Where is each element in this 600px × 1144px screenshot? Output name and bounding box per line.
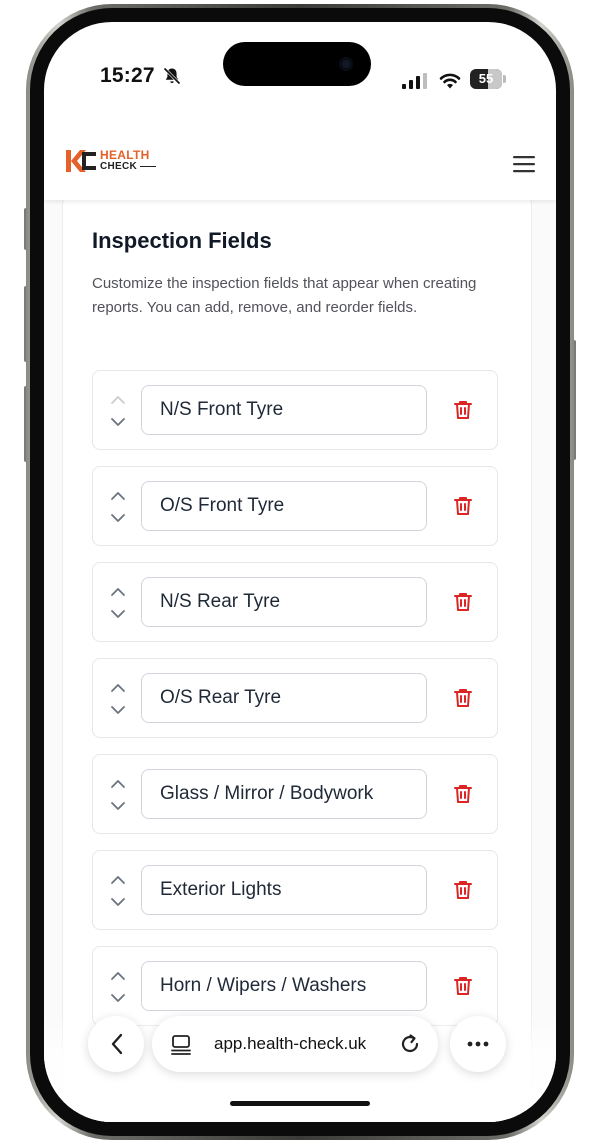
reorder-arrows [107,487,129,527]
chevron-down-icon[interactable] [107,607,129,621]
app-header: HEALTH CHECK [44,110,556,200]
reorder-arrows [107,871,129,911]
logo-text: HEALTH CHECK [100,148,157,172]
health-check-logo[interactable]: HEALTH CHECK [64,148,157,174]
chevron-down-icon[interactable] [107,511,129,525]
field-name-input[interactable] [141,961,427,1011]
field-row [92,658,498,738]
screen: 15:27 55 HEALTH CHECK Inspection Fields … [44,22,556,1122]
chevron-up-icon[interactable] [107,777,129,791]
phone-bezel: 15:27 55 HEALTH CHECK Inspection Fields … [30,8,570,1136]
hamburger-menu-icon[interactable] [512,154,536,174]
chevron-up-icon[interactable] [107,873,129,887]
logo-bottom-row: CHECK [100,161,157,172]
home-indicator [230,1101,370,1106]
section-title: Inspection Fields [92,228,272,253]
reorder-arrows [107,583,129,623]
field-name-input[interactable] [141,673,427,723]
chevron-down-icon[interactable] [107,415,129,429]
logo-bottom-text: CHECK [100,161,138,172]
more-dots-icon [467,1041,489,1047]
chevron-up-icon[interactable] [107,393,129,407]
field-name-input[interactable] [141,577,427,627]
battery-icon: 55 [470,69,502,89]
reorder-arrows [107,967,129,1007]
chevron-up-icon[interactable] [107,969,129,983]
chevron-down-icon[interactable] [107,799,129,813]
trash-icon[interactable] [451,974,475,998]
chevron-left-icon [111,1033,123,1055]
field-row [92,370,498,450]
status-time: 15:27 [100,64,155,87]
phone-frame: 15:27 55 HEALTH CHECK Inspection Fields … [26,4,574,1140]
browser-url-text: app.health-check.uk [214,1034,367,1053]
browser-back-button[interactable] [88,1016,144,1072]
battery-tip [503,75,506,83]
tabs-icon [171,1035,191,1055]
main-content: Inspection Fields Customize the inspecti… [44,194,556,1122]
chevron-up-icon[interactable] [107,681,129,695]
logo-top-text: HEALTH [100,148,150,162]
logo-mark-icon [66,150,96,172]
reload-icon[interactable] [398,1032,422,1056]
trash-icon[interactable] [451,686,475,710]
field-row [92,850,498,930]
browser-address-bar[interactable]: app.health-check.uk [152,1016,438,1072]
field-row [92,754,498,834]
field-name-input[interactable] [141,481,427,531]
chevron-up-icon[interactable] [107,489,129,503]
trash-icon[interactable] [451,494,475,518]
chevron-up-icon[interactable] [107,585,129,599]
field-name-input[interactable] [141,385,427,435]
reorder-arrows [107,391,129,431]
wifi-icon [439,73,461,89]
chevron-down-icon[interactable] [107,895,129,909]
battery-level: 55 [478,71,494,86]
dynamic-island [223,42,371,86]
chevron-down-icon[interactable] [107,991,129,1005]
field-row [92,562,498,642]
field-name-input[interactable] [141,865,427,915]
signal-icon [402,73,427,89]
chevron-down-icon[interactable] [107,703,129,717]
trash-icon[interactable] [451,782,475,806]
trash-icon[interactable] [451,878,475,902]
bell-slash-icon [163,67,181,85]
reorder-arrows [107,775,129,815]
browser-more-button[interactable] [450,1016,506,1072]
field-name-input[interactable] [141,769,427,819]
camera [339,57,353,71]
field-row [92,466,498,546]
trash-icon[interactable] [451,590,475,614]
status-bar: 15:27 55 [44,22,556,110]
logo-rule [140,166,157,167]
section-description: Customize the inspection fields that app… [92,275,477,316]
reorder-arrows [107,679,129,719]
trash-icon[interactable] [451,398,475,422]
